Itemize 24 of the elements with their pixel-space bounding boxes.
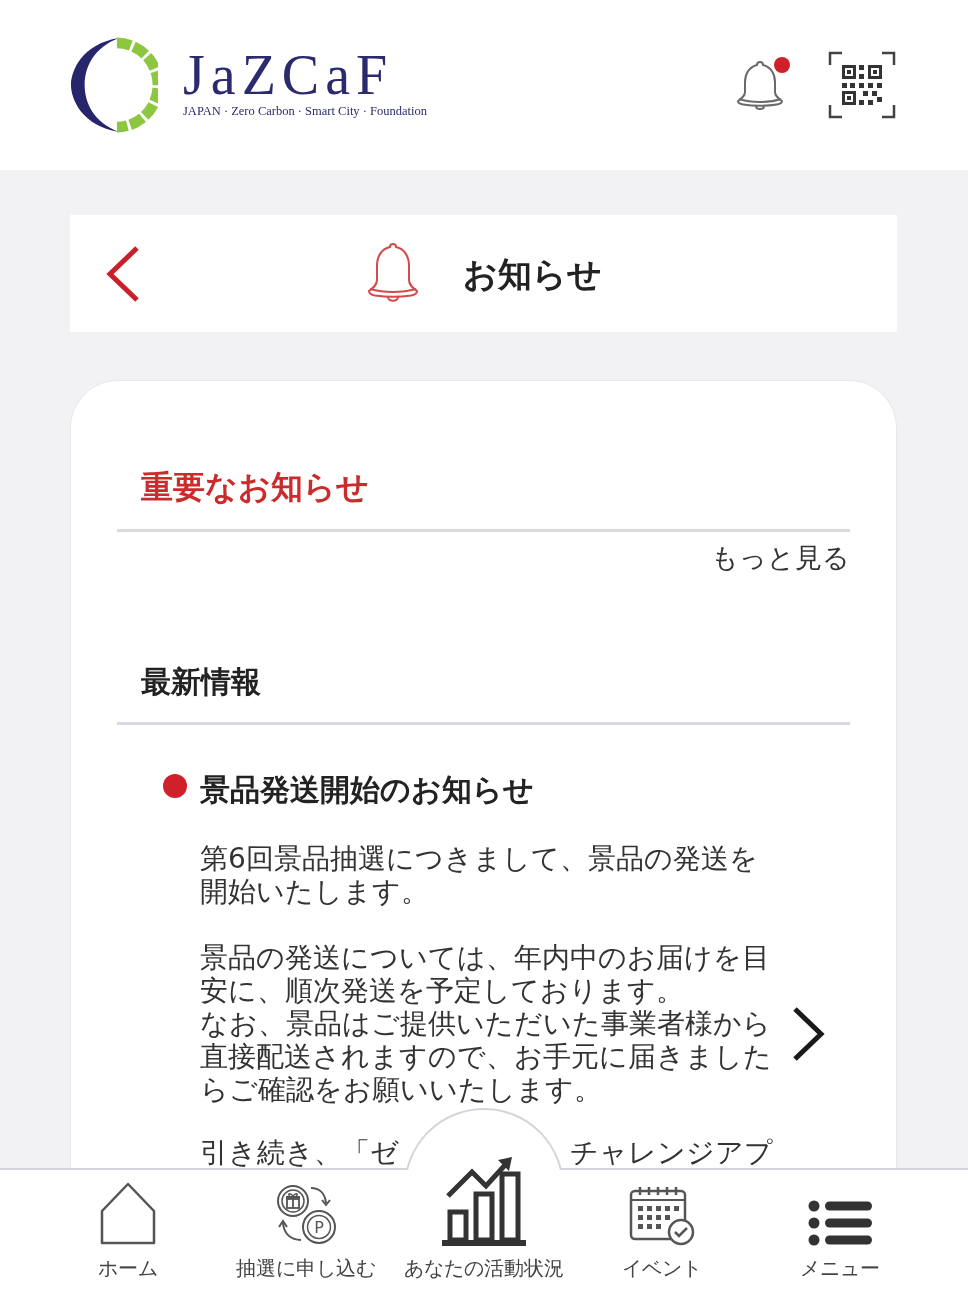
notice-body-text: 第6回景品抽選につきまして、景品の発送を開始いたします。 xyxy=(200,842,759,908)
logo-wordmark: JaZCaF xyxy=(183,51,394,98)
page-title: お知らせ xyxy=(462,252,602,296)
section-heading: 最新情報 xyxy=(141,663,261,701)
nav-tab[interactable]: メニュー xyxy=(751,1170,929,1290)
qr-scan-icon[interactable] xyxy=(828,51,896,119)
nav-tab[interactable]: ホーム xyxy=(39,1170,217,1290)
nav-tab[interactable]: P 抽選に申し込む xyxy=(217,1170,395,1290)
notice-body-text: なお、景品はご提供いただいた事業者様から直接配送されますので、お手元に届きましたらご確認をお願いいたします。 xyxy=(200,1007,773,1106)
more-link[interactable]: もっと見る xyxy=(711,540,850,576)
notice-body-text: 景品の発送については、年内中のお届けを目安に、順次発送を予定しております。 xyxy=(200,941,771,1007)
bell-icon[interactable] xyxy=(735,59,785,113)
back-icon[interactable] xyxy=(105,244,141,303)
bar-chart-icon xyxy=(440,1154,528,1246)
house-icon xyxy=(98,1180,158,1246)
logo-ring-icon xyxy=(70,36,158,134)
section-heading: 重要なお知らせ xyxy=(141,467,369,508)
notice-title[interactable]: 景品発送開始のお知らせ xyxy=(200,769,534,811)
menu-icon xyxy=(808,1200,872,1246)
nav-tab[interactable]: イベント xyxy=(573,1170,751,1290)
logo-tagline: JAPAN · Zero Carbon · Smart City · Foundation xyxy=(183,103,427,119)
calendar-check-icon xyxy=(628,1184,696,1246)
notice-body-text: 引き続き、「ゼ xyxy=(200,1139,399,1167)
notice-body-text: チャレンジアプ xyxy=(570,1139,773,1167)
